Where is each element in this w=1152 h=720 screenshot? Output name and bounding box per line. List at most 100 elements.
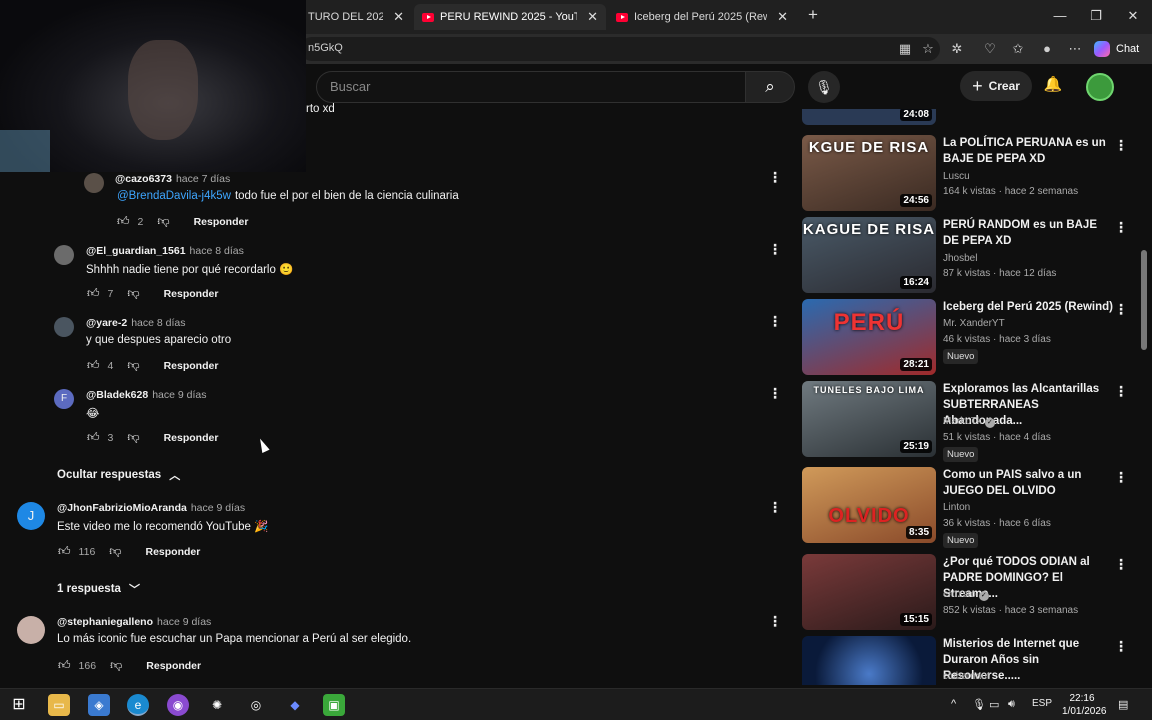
dislike-icon[interactable]: 👎︎ xyxy=(127,430,139,445)
channel-name[interactable]: ernzsto ✓ xyxy=(943,589,989,601)
channel-name[interactable]: MarkoTk ✓ xyxy=(943,416,995,428)
more-actions-icon[interactable]: ⋮ xyxy=(1114,469,1128,486)
chatgpt-icon[interactable]: ✺ xyxy=(206,694,228,716)
account-avatar[interactable] xyxy=(1086,73,1114,101)
like-icon[interactable]: 👍︎ xyxy=(87,358,100,373)
video-thumbnail[interactable]: KAGUE DE RISA 16:24 xyxy=(802,217,936,293)
chevron-up-icon[interactable]: ^ xyxy=(951,698,956,710)
notifications-icon[interactable]: ▤ xyxy=(1118,698,1128,711)
video-card[interactable]: 15:15 ¿Por qué TODOS ODIAN al PADRE DOMI… xyxy=(800,554,1138,632)
show-replies-button[interactable]: 1 respuesta ﹀ xyxy=(57,581,140,597)
video-title[interactable]: Como un PAIS salvo a un JUEGO DEL OLVIDO xyxy=(943,467,1113,499)
dislike-icon[interactable]: 👎︎ xyxy=(127,286,139,301)
avatar[interactable] xyxy=(54,245,74,265)
channel-name[interactable]: Mr. XanderYT xyxy=(943,318,1005,329)
video-title[interactable]: PERÚ RANDOM es un BAJE DE PEPA XD xyxy=(943,217,1113,249)
favorites-icon[interactable]: ✩ xyxy=(1009,41,1027,57)
video-thumbnail[interactable]: 15:15 xyxy=(802,554,936,630)
dislike-icon[interactable]: 👎︎ xyxy=(109,544,121,559)
search-input[interactable]: Buscar xyxy=(316,71,746,103)
video-thumbnail[interactable]: OLVIDO 8:35 xyxy=(802,467,936,543)
comment-author[interactable]: @JhonFabrizioMioAranda hace 9 días xyxy=(57,502,245,514)
more-actions-icon[interactable]: ⋮ xyxy=(768,499,782,516)
more-actions-icon[interactable]: ⋮ xyxy=(1114,638,1128,655)
more-actions-icon[interactable]: ⋮ xyxy=(1114,219,1128,236)
avatar[interactable] xyxy=(17,616,45,644)
reply-button[interactable]: Responder xyxy=(164,360,219,372)
notifications-icon[interactable]: 🔔 xyxy=(1043,75,1063,93)
channel-name[interactable]: Jhosbel xyxy=(943,253,977,264)
avatar[interactable] xyxy=(84,173,104,193)
more-actions-icon[interactable]: ⋮ xyxy=(1114,556,1128,573)
video-title[interactable]: Iceberg del Perú 2025 (Rewind) xyxy=(943,299,1113,315)
reply-button[interactable]: Responder xyxy=(194,216,249,228)
copilot-chat-button[interactable]: Chat xyxy=(1094,38,1148,60)
reply-button[interactable]: Responder xyxy=(146,660,201,672)
close-icon[interactable]: ✕ xyxy=(777,9,788,25)
comment-author[interactable]: @cazo6373 hace 7 días xyxy=(115,173,230,185)
mention-link[interactable]: @BrendaDavila-j4k5w xyxy=(117,190,231,202)
video-card[interactable]: OLVIDO 8:35 Como un PAIS salvo a un JUEG… xyxy=(800,467,1138,548)
like-icon[interactable]: 👍︎ xyxy=(58,658,71,673)
app-icon[interactable]: ◎ xyxy=(245,694,267,716)
microphone-icon[interactable]: 🎙 xyxy=(808,71,840,103)
tab-peru-rewind[interactable]: PERU REWIND 2025 - YouTube ✕ xyxy=(414,4,606,30)
avatar[interactable] xyxy=(54,317,74,337)
page-scrollbar[interactable] xyxy=(1140,109,1148,685)
comment-author[interactable]: @yare-2 hace 8 días xyxy=(86,317,185,329)
file-explorer-icon[interactable]: ▭ xyxy=(48,694,70,716)
comment-author[interactable]: @stephaniegalleno hace 9 días xyxy=(57,616,211,628)
video-card[interactable]: KGUE DE RISA 24:56 La POLÍTICA PERUANA e… xyxy=(800,135,1138,213)
video-title[interactable]: La POLÍTICA PERUANA es un BAJE DE PEPA X… xyxy=(943,135,1113,167)
more-actions-icon[interactable]: ⋮ xyxy=(768,385,782,402)
microphone-icon[interactable]: 🎙 xyxy=(972,698,986,711)
language-indicator[interactable]: ESP xyxy=(1032,698,1052,709)
avatar[interactable]: F xyxy=(54,389,74,409)
browser-essentials-icon[interactable]: ♡ xyxy=(981,41,999,57)
favorite-star-icon[interactable]: ☆ xyxy=(919,41,937,57)
more-actions-icon[interactable]: ⋮ xyxy=(1114,383,1128,400)
more-actions-icon[interactable]: ⋮ xyxy=(768,241,782,258)
video-card[interactable]: TUNELES BAJO LIMA 25:19 Exploramos las A… xyxy=(800,381,1138,462)
reply-button[interactable]: Responder xyxy=(164,432,219,444)
maximize-icon[interactable]: ❐ xyxy=(1086,8,1106,24)
video-thumbnail[interactable]: KGUE DE RISA 24:56 xyxy=(802,135,936,211)
reply-button[interactable]: Responder xyxy=(164,288,219,300)
reply-button[interactable]: Responder xyxy=(145,546,200,558)
volume-icon[interactable]: 🔊︎ xyxy=(1008,698,1015,711)
url-field[interactable]: n5GkQ xyxy=(300,37,940,61)
like-icon[interactable]: 👍︎ xyxy=(58,544,71,559)
extensions-icon[interactable]: ✲ xyxy=(948,41,966,57)
channel-name[interactable]: Luscu xyxy=(943,171,970,182)
app-icon[interactable]: ◉ xyxy=(167,694,189,716)
more-actions-icon[interactable]: ⋮ xyxy=(768,169,782,186)
more-actions-icon[interactable]: ⋮ xyxy=(1114,301,1128,318)
close-window-icon[interactable]: ✕ xyxy=(1123,8,1143,24)
minimize-icon[interactable]: — xyxy=(1050,8,1070,23)
video-card[interactable]: Misterios de Internet que Duraron Años s… xyxy=(800,636,1138,685)
video-thumbnail[interactable]: TUNELES BAJO LIMA 25:19 xyxy=(802,381,936,457)
comment-author[interactable]: @Bladek628 hace 9 días xyxy=(86,389,207,401)
display-icon[interactable]: ▭ xyxy=(989,698,999,711)
close-icon[interactable]: ✕ xyxy=(393,9,404,25)
tab-iceberg[interactable]: Iceberg del Perú 2025 (Rewind) - Y ✕ xyxy=(608,4,796,30)
hide-replies-button[interactable]: Ocultar respuestas ︿ xyxy=(57,467,180,483)
like-icon[interactable]: 👍︎ xyxy=(87,286,100,301)
system-clock[interactable]: 22:16 1/01/2026 xyxy=(1062,692,1107,718)
edge-browser-icon[interactable]: e xyxy=(127,694,149,716)
search-icon[interactable]: ⌕ xyxy=(745,71,795,103)
profile-icon[interactable]: ● xyxy=(1038,41,1056,56)
video-card[interactable]: 24:08 xyxy=(800,109,1138,127)
app-icon[interactable]: ◆ xyxy=(284,694,306,716)
apps-icon[interactable]: ▦ xyxy=(896,41,914,57)
comment-author[interactable]: @El_guardian_1561 hace 8 días xyxy=(86,245,244,257)
scrollbar-thumb[interactable] xyxy=(1141,250,1147,350)
more-actions-icon[interactable]: ⋮ xyxy=(768,313,782,330)
dislike-icon[interactable]: 👎︎ xyxy=(127,358,139,373)
more-icon[interactable]: ⋯ xyxy=(1066,41,1084,57)
avatar[interactable]: J xyxy=(17,502,45,530)
video-thumbnail[interactable] xyxy=(802,636,936,685)
like-icon[interactable]: 👍︎ xyxy=(87,430,100,445)
video-card[interactable]: KAGUE DE RISA 16:24 PERÚ RANDOM es un BA… xyxy=(800,217,1138,295)
app-icon[interactable]: ◈ xyxy=(88,694,110,716)
